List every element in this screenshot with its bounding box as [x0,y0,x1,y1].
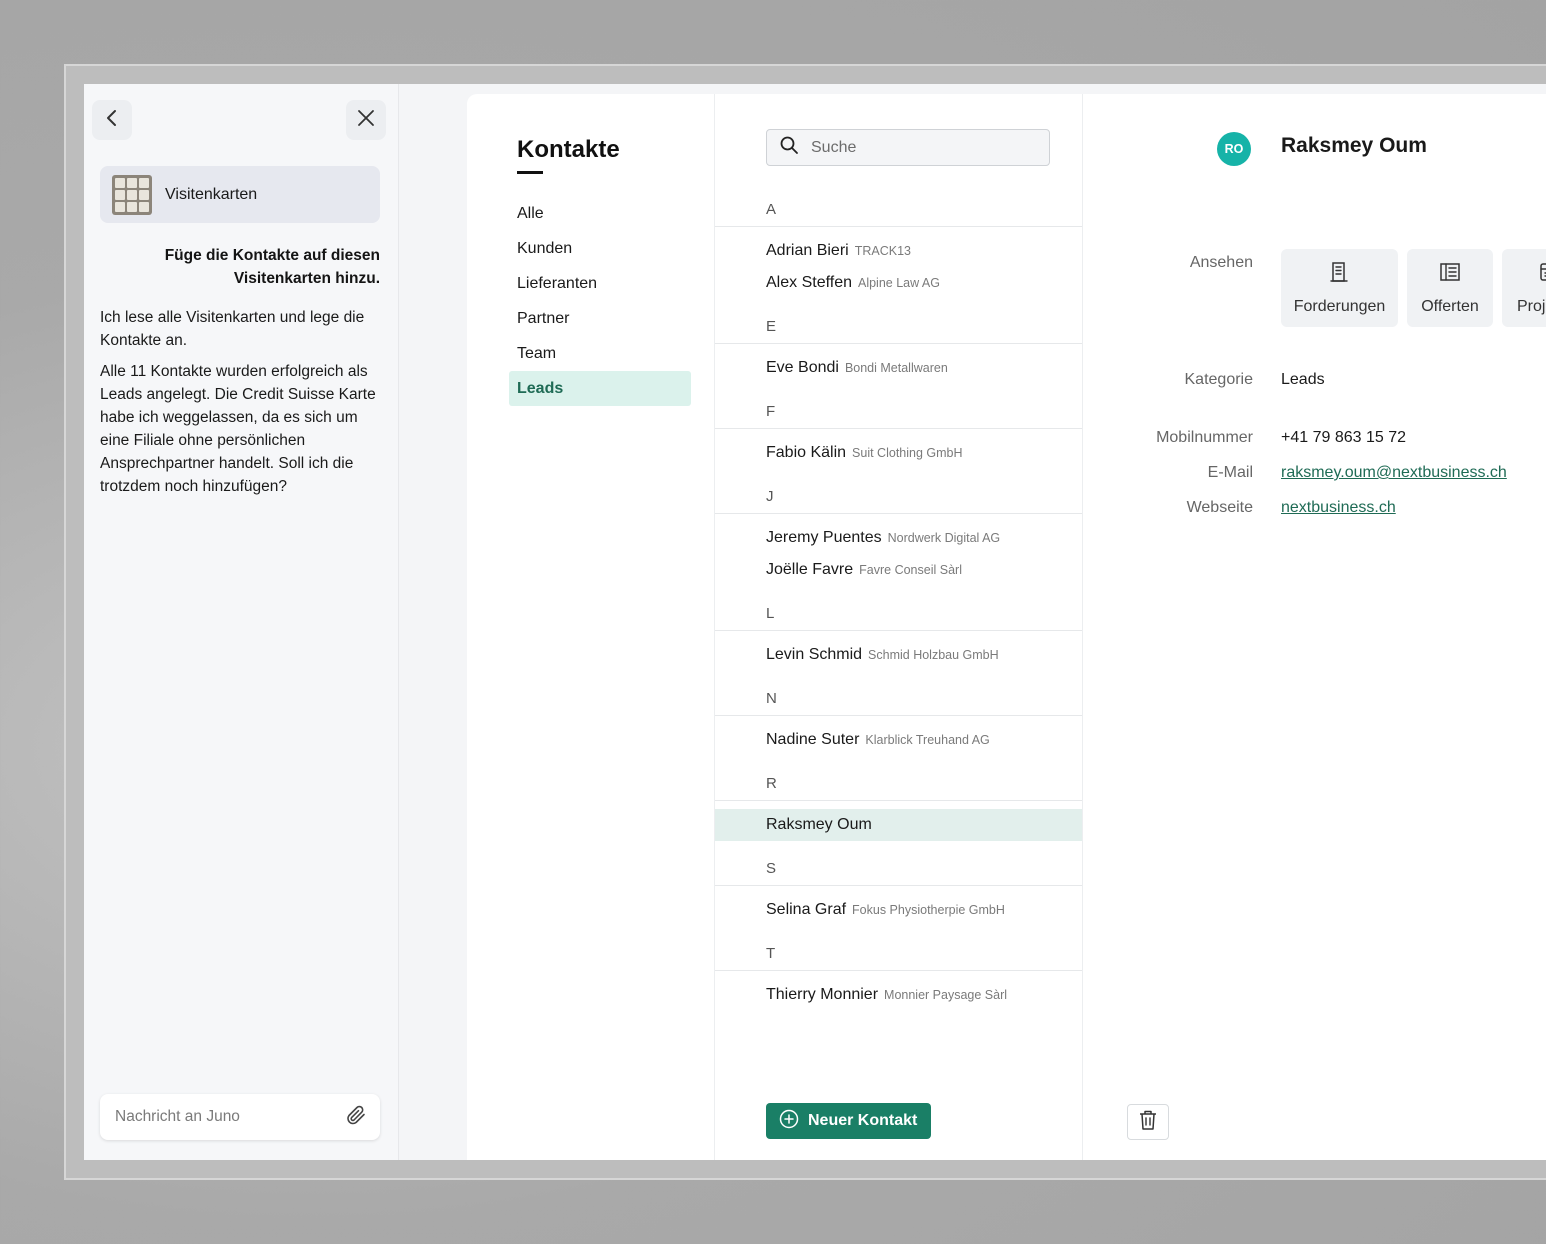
email-link[interactable]: raksmey.oum@nextbusiness.ch [1281,464,1507,481]
group-header-j: J [715,477,1082,514]
page-title: Kontakte [517,136,620,163]
contacts-nav: Kontakte Alle Kunden Lieferanten Partner… [467,94,715,1160]
close-icon [356,108,376,133]
contact-row[interactable]: Alex Steffen Alpine Law AG [715,267,1082,299]
contact-name: Levin Schmid [766,646,863,663]
contact-name: Selina Graf [766,901,847,918]
project-icon [1538,261,1546,288]
contact-company: Fokus Physiotherpie GmbH [852,903,1005,917]
contact-name: Nadine Suter [766,731,860,748]
contact-company: Schmid Holzbau GmbH [868,648,999,662]
message-composer [100,1094,380,1140]
group-header-e: E [715,307,1082,344]
contact-company: Suit Clothing GmbH [852,446,963,460]
contacts-card: Kontakte Alle Kunden Lieferanten Partner… [467,94,1546,1160]
view-button-offerten[interactable]: Offerten [1407,249,1493,327]
group-header-l: L [715,594,1082,631]
assistant-message-paragraph: Ich lese alle Visitenkarten und lege die… [100,309,365,349]
mobile-value: +41 79 863 15 72 [1281,429,1407,446]
contact-name: Alex Steffen [766,274,852,291]
nav-item-leads[interactable]: Leads [509,371,691,406]
website-link[interactable]: nextbusiness.ch [1281,499,1396,516]
contact-name: Joëlle Favre [766,561,854,578]
message-input[interactable] [113,1107,344,1127]
view-button-projekte[interactable]: Proje [1502,249,1546,327]
contact-row[interactable]: Raksmey Oum [715,809,1082,841]
close-button[interactable] [346,100,386,140]
contact-name: Raksmey Oum [766,816,872,833]
nav-item-kunden[interactable]: Kunden [509,231,691,266]
contact-row[interactable]: Adrian Bieri TRACK13 [715,235,1082,267]
contact-company: Monnier Paysage Sàrl [884,988,1008,1002]
contact-name: Eve Bondi [766,359,839,376]
search-box [766,129,1050,166]
contact-company: Bondi Metallwaren [844,361,948,375]
contact-name: Jeremy Puentes [766,529,882,546]
view-label: Ansehen [1189,254,1253,271]
contact-name: Adrian Bieri [766,242,849,259]
website-label: Webseite [1186,499,1253,516]
assistant-panel: Visitenkarten Füge die Kontakte auf dies… [84,84,399,1160]
contact-detail: RO Raksmey Oum Ansehen Forderungen Offer… [1083,94,1546,1160]
category-label: Kategorie [1184,371,1254,388]
contact-row[interactable]: Selina Graf Fokus Physiotherpie GmbH [715,894,1082,926]
nav-item-alle[interactable]: Alle [509,196,691,231]
contact-company: Alpine Law AG [857,276,940,290]
plus-circle-icon [779,1109,799,1134]
avatar: RO [1217,132,1251,166]
assistant-message-paragraph: Alle 11 Kontakte wurden erfolgreich als … [100,363,376,495]
contact-row[interactable]: Fabio Kälin Suit Clothing GmbH [715,437,1082,469]
paperclip-icon[interactable] [344,1103,368,1132]
nav-list: Alle Kunden Lieferanten Partner Team Lea… [509,196,691,406]
assistant-message: Ich lese alle Visitenkarten und lege die… [100,306,382,506]
contact-company: Klarblick Treuhand AG [865,733,990,747]
search-icon [779,135,799,160]
contact-company: Nordwerk Digital AG [887,531,1001,545]
contact-name: Raksmey Oum [1281,134,1427,157]
group-header-f: F [715,392,1082,429]
contact-list-panel: A Adrian Bieri TRACK13 Alex Steffen Alpine L… [715,94,1083,1160]
new-contact-label: Neuer Kontakt [808,1112,918,1129]
new-contact-button[interactable]: Neuer Kontakt [766,1103,932,1139]
back-button[interactable] [92,100,132,140]
group-header-t: T [715,934,1082,971]
contact-row[interactable]: Nadine Suter Klarblick Treuhand AG [715,724,1082,756]
attachment-thumbnail [112,174,152,215]
group-header-s: S [715,849,1082,886]
nav-item-team[interactable]: Team [509,336,691,371]
title-underline [517,171,543,174]
contact-row[interactable]: Jeremy Puentes Nordwerk Digital AG [715,522,1082,554]
contact-row[interactable]: Levin Schmid Schmid Holzbau GmbH [715,639,1082,671]
contact-row[interactable]: Thierry Monnier Monnier Paysage Sàrl [715,979,1082,1011]
contact-row[interactable]: Eve Bondi Bondi Metallwaren [715,352,1082,384]
view-button-forderungen[interactable]: Forderungen [1281,249,1398,327]
view-button-label: Offerten [1421,297,1479,315]
email-label: E-Mail [1207,464,1253,481]
contact-name: Thierry Monnier [766,986,879,1003]
quote-icon [1438,261,1462,288]
attachment-card[interactable]: Visitenkarten [100,166,380,223]
category-value: Leads [1281,371,1325,388]
group-header-n: N [715,679,1082,716]
contact-row[interactable]: Joëlle Favre Favre Conseil Sàrl [715,554,1082,586]
nav-item-partner[interactable]: Partner [509,301,691,336]
mobile-label: Mobilnummer [1156,429,1253,446]
search-input[interactable] [809,137,1049,158]
nav-item-lieferanten[interactable]: Lieferanten [509,266,691,301]
app-window: Visitenkarten Füge die Kontakte auf dies… [84,84,1546,1160]
contact-name: Fabio Kälin [766,444,847,461]
group-header-a: A [715,190,1082,227]
contact-company: Favre Conseil Sàrl [859,563,962,577]
trash-icon [1138,1109,1158,1136]
attachment-name: Visitenkarten [165,185,258,203]
group-header-r: R [715,764,1082,801]
view-button-label: Proje [1517,297,1546,315]
contact-groups: A Adrian Bieri TRACK13 Alex Steffen Alpine L… [715,190,1082,1019]
contact-company: TRACK13 [854,244,911,258]
user-message: Füge die Kontakte auf diesen Visitenkart… [164,247,380,287]
delete-button[interactable] [1127,1104,1169,1140]
view-button-label: Forderungen [1293,297,1386,315]
chevron-left-icon [102,108,122,133]
invoice-icon [1329,261,1350,288]
